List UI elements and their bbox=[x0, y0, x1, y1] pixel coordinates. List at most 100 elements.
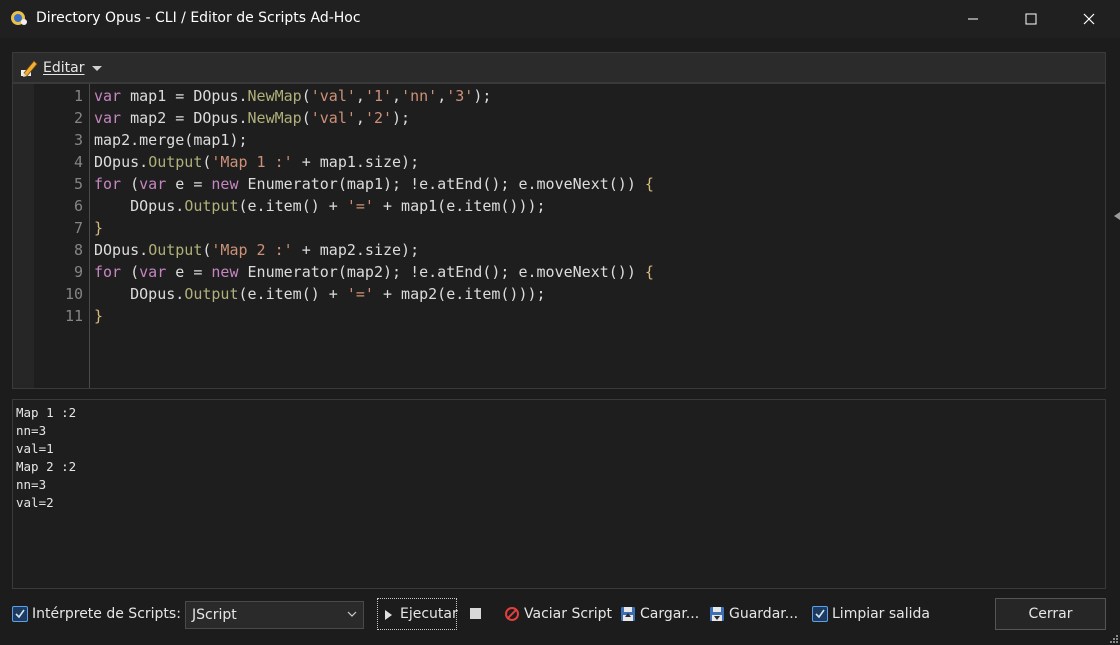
checkmark-icon bbox=[15, 609, 25, 619]
code-line: DOpus.Output(e.item() + '=' + map2(e.ite… bbox=[94, 283, 654, 305]
line-number: 10 bbox=[64, 285, 83, 303]
code-token: Enumerator(map2); !e.atEnd(); e.moveNext… bbox=[238, 263, 645, 281]
code-token: , bbox=[437, 87, 447, 105]
output-line: Map 1 :2 bbox=[16, 405, 77, 420]
code-line: DOpus.Output('Map 2 :' + map2.size); bbox=[94, 239, 654, 261]
run-label: Ejecutar bbox=[400, 606, 458, 622]
code-token: ( bbox=[121, 175, 140, 193]
code-token: ( bbox=[301, 87, 311, 105]
code-token: Output bbox=[148, 153, 203, 171]
line-number: 4 bbox=[73, 153, 83, 171]
code-token: (e.item() + bbox=[238, 285, 347, 303]
line-number: 1 bbox=[73, 87, 83, 105]
close-dialog-label: Cerrar bbox=[1028, 606, 1073, 622]
output-line: nn=3 bbox=[16, 423, 47, 438]
code-token: map1 = DOpus. bbox=[121, 87, 248, 105]
code-token: var bbox=[94, 87, 122, 105]
edit-menu-button[interactable]: Editar bbox=[19, 58, 103, 78]
code-token: Output bbox=[184, 197, 239, 215]
code-token: DOpus. bbox=[94, 153, 149, 171]
line-number: 11 bbox=[64, 307, 83, 325]
code-token: 'nn' bbox=[401, 87, 438, 105]
close-icon bbox=[1083, 13, 1095, 25]
editor-marker-column bbox=[13, 84, 35, 388]
maximize-icon bbox=[1025, 13, 1037, 25]
code-editor[interactable]: 1 2 3 4 5 6 7 8 9 10 11 var map1 = DOpus.NewMap('v… bbox=[12, 83, 1106, 389]
code-line: map2.merge(map1); bbox=[94, 129, 654, 151]
code-token: NewMap bbox=[247, 109, 302, 127]
play-icon bbox=[385, 610, 392, 620]
code-token: 'val' bbox=[310, 109, 356, 127]
code-token: 'Map 2 :' bbox=[211, 241, 293, 259]
editor-toolbar: Editar bbox=[12, 52, 1106, 83]
interpreter-select[interactable]: JScript bbox=[185, 601, 364, 629]
code-line: for (var e = new Enumerator(map2); !e.at… bbox=[94, 261, 654, 283]
code-token: map2 = DOpus. bbox=[121, 109, 248, 127]
code-line: var map2 = DOpus.NewMap('val','2'); bbox=[94, 107, 654, 129]
maximize-button[interactable] bbox=[1002, 0, 1060, 38]
code-token: DOpus. bbox=[94, 241, 149, 259]
code-token: + map2(e.item())); bbox=[373, 285, 546, 303]
clear-script-button[interactable]: Vaciar Script bbox=[524, 606, 612, 622]
line-number: 5 bbox=[73, 175, 83, 193]
code-token: + map1.size); bbox=[292, 153, 420, 171]
code-token: , bbox=[355, 87, 365, 105]
checkmark-icon bbox=[815, 609, 825, 619]
code-line: DOpus.Output(e.item() + '=' + map1(e.ite… bbox=[94, 195, 654, 217]
minimize-icon bbox=[968, 18, 978, 20]
bottom-bar: Intérprete de Scripts: JScript Ejecutar … bbox=[0, 597, 1120, 633]
interpreter-select-value: JScript bbox=[192, 607, 237, 623]
output-panel: Map 1 :2 nn=3 val=1 Map 2 :2 nn=3 val=2 bbox=[12, 399, 1106, 589]
resize-grip-icon[interactable] bbox=[1108, 633, 1118, 643]
run-button[interactable]: Ejecutar bbox=[377, 598, 458, 630]
close-dialog-button[interactable]: Cerrar bbox=[995, 598, 1106, 630]
clear-output-label: Limpiar salida bbox=[832, 606, 931, 622]
code-token: ( bbox=[301, 109, 311, 127]
code-token: e = bbox=[166, 175, 212, 193]
output-line: val=2 bbox=[16, 495, 54, 510]
code-token: { bbox=[644, 263, 654, 281]
code-token: } bbox=[94, 219, 104, 237]
code-token: ); bbox=[392, 109, 411, 127]
line-number: 9 bbox=[73, 263, 83, 281]
window-title: Directory Opus - CLI / Editor de Scripts… bbox=[36, 10, 361, 26]
code-token: NewMap bbox=[247, 87, 302, 105]
load-icon[interactable] bbox=[620, 606, 636, 622]
code-token: { bbox=[644, 175, 654, 193]
clear-output-checkbox[interactable] bbox=[812, 606, 828, 622]
code-token: + map2.size); bbox=[292, 241, 420, 259]
line-number: 7 bbox=[73, 219, 83, 237]
code-token: '3' bbox=[446, 87, 474, 105]
code-token: '2' bbox=[364, 109, 393, 127]
code-token: for bbox=[94, 175, 122, 193]
code-content[interactable]: var map1 = DOpus.NewMap('val','1','nn','… bbox=[94, 85, 654, 327]
minimize-button[interactable] bbox=[944, 0, 1002, 38]
code-token: for bbox=[94, 263, 122, 281]
code-token: DOpus. bbox=[94, 285, 185, 303]
save-icon[interactable] bbox=[709, 606, 725, 622]
code-token: var bbox=[139, 263, 167, 281]
title-bar: Directory Opus - CLI / Editor de Scripts… bbox=[0, 0, 1120, 38]
code-line: for (var e = new Enumerator(map1); !e.at… bbox=[94, 173, 654, 195]
no-symbol-icon[interactable] bbox=[504, 606, 520, 622]
directory-opus-app-icon bbox=[11, 11, 27, 25]
stop-button[interactable] bbox=[470, 608, 481, 619]
line-number: 6 bbox=[73, 197, 83, 215]
chevron-down-icon bbox=[92, 65, 103, 71]
close-window-button[interactable] bbox=[1060, 0, 1118, 38]
code-token: new bbox=[211, 263, 239, 281]
code-token: map2.merge(map1); bbox=[94, 131, 248, 149]
code-token: , bbox=[355, 109, 365, 127]
save-button[interactable]: Guardar... bbox=[729, 606, 798, 622]
code-token: e = bbox=[166, 263, 212, 281]
side-marker-icon bbox=[1114, 212, 1120, 220]
output-line: Map 2 :2 bbox=[16, 459, 77, 474]
output-line: val=1 bbox=[16, 441, 54, 456]
line-number: 3 bbox=[73, 131, 83, 149]
code-token: ( bbox=[121, 263, 140, 281]
interpreter-checkbox[interactable] bbox=[12, 606, 28, 622]
code-token: (e.item() + bbox=[238, 197, 347, 215]
code-token: 'val' bbox=[310, 87, 356, 105]
load-button[interactable]: Cargar... bbox=[640, 606, 699, 622]
code-token: DOpus. bbox=[94, 197, 185, 215]
